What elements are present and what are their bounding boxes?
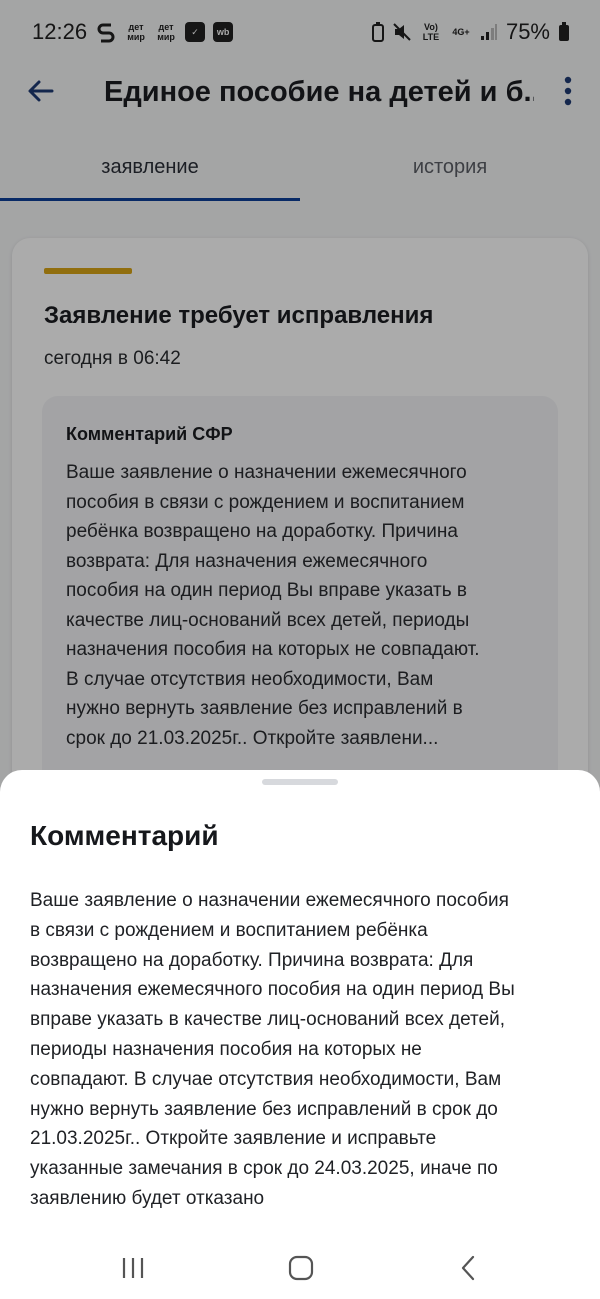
sheet-title: Комментарий (30, 820, 219, 851)
sheet-line: возвращено на доработку. Причина возврат… (30, 949, 474, 971)
sheet-line: Ваше заявление о назначении ежемесячного… (30, 890, 509, 911)
sheet-line: 21.03.2025г.. Откройте заявление и испра… (30, 1128, 437, 1150)
sheet-comment-text: Ваше заявление о назначении ежемесячного… (30, 886, 575, 1214)
sheet-line: нужно вернуть заявление без исправлений … (30, 1098, 498, 1120)
sheet-line: указанные замечания в срок до 24.03.2025… (30, 1158, 498, 1180)
system-nav-bar (0, 1232, 600, 1299)
home-icon[interactable] (281, 1252, 321, 1284)
sheet-line: периоды назначения пособия на которых не (30, 1038, 422, 1060)
sheet-line: назначения ежемесячного пособия на один … (30, 979, 515, 1001)
back-chevron-icon[interactable] (448, 1252, 488, 1284)
sheet-line: вправе указать в качестве лиц-оснований … (30, 1009, 505, 1031)
sheet-line: в связи с рождением и воспитанием ребёнк… (30, 919, 428, 941)
sheet-line: совпадают. В случае отсутствия необходим… (30, 1068, 502, 1090)
sheet-drag-handle[interactable] (262, 779, 338, 785)
recents-icon[interactable] (113, 1252, 153, 1284)
sheet-line: заявлению будет отказано (30, 1187, 265, 1209)
comment-bottom-sheet: Комментарий Ваше заявление о назначении … (0, 770, 600, 1299)
